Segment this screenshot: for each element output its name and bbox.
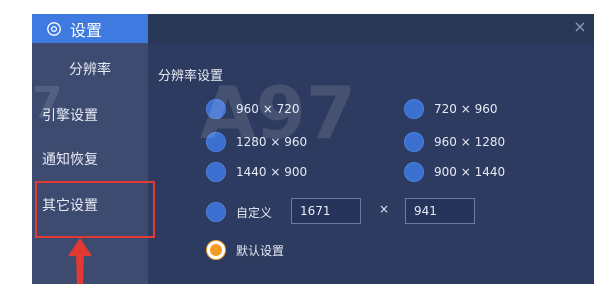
sidebar-item-label: 通知恢复 xyxy=(42,152,98,168)
settings-tab[interactable]: 设置 xyxy=(32,14,148,43)
option-default[interactable]: 默认设置 xyxy=(206,240,284,260)
option-custom[interactable]: 自定义 xyxy=(206,202,272,222)
resolution-panel: 分辨率设置 960 × 720 720 × 960 1280 × 960 960… xyxy=(148,43,594,284)
option-960x1280[interactable]: 960 × 1280 xyxy=(404,132,505,152)
sidebar-item-label: 引擎设置 xyxy=(42,108,98,124)
option-1280x960[interactable]: 1280 × 960 xyxy=(206,132,307,152)
gear-icon xyxy=(47,21,61,36)
option-1440x900[interactable]: 1440 × 900 xyxy=(206,162,307,182)
option-label: 900 × 1440 xyxy=(434,165,506,179)
custom-width-input[interactable]: 1671 xyxy=(291,198,361,224)
radio-button[interactable] xyxy=(206,132,226,152)
radio-button[interactable] xyxy=(404,162,424,182)
option-label: 960 × 720 xyxy=(236,102,300,116)
radio-button[interactable] xyxy=(206,99,226,119)
sidebar-item-engine[interactable]: 引擎设置 xyxy=(32,97,148,135)
option-label: 1440 × 900 xyxy=(236,165,308,179)
radio-button[interactable] xyxy=(206,202,226,222)
settings-window: 设置 × 分辨率 引擎设置 通知恢复 其它设置 分辨率设置 960 × 720 … xyxy=(32,14,594,284)
option-label: 默认设置 xyxy=(236,243,285,258)
section-title: 分辨率设置 xyxy=(158,69,224,84)
option-720x960[interactable]: 720 × 960 xyxy=(404,99,498,119)
sidebar-item-label: 分辨率 xyxy=(69,62,111,78)
window-title: 设置 xyxy=(70,20,103,40)
sidebar-item-resolution[interactable]: 分辨率 xyxy=(32,51,148,89)
option-label: 1280 × 960 xyxy=(236,135,308,149)
option-label: 自定义 xyxy=(236,205,273,220)
radio-button-checked[interactable] xyxy=(206,240,226,260)
title-bar: 设置 × xyxy=(32,14,594,43)
option-900x1440[interactable]: 900 × 1440 xyxy=(404,162,505,182)
close-icon: × xyxy=(573,17,587,36)
radio-button[interactable] xyxy=(404,99,424,119)
option-960x720[interactable]: 960 × 720 xyxy=(206,99,300,119)
radio-button[interactable] xyxy=(206,162,226,182)
times-sign: × xyxy=(379,202,390,216)
custom-height-input[interactable]: 941 xyxy=(405,198,475,224)
sidebar-item-notification[interactable]: 通知恢复 xyxy=(32,141,148,179)
sidebar-item-other[interactable]: 其它设置 xyxy=(32,187,148,225)
option-label: 960 × 1280 xyxy=(434,135,506,149)
close-button[interactable]: × xyxy=(572,19,588,35)
radio-button[interactable] xyxy=(404,132,424,152)
sidebar: 分辨率 引擎设置 通知恢复 其它设置 xyxy=(32,43,148,284)
sidebar-item-label: 其它设置 xyxy=(42,198,98,214)
option-label: 720 × 960 xyxy=(434,102,498,116)
